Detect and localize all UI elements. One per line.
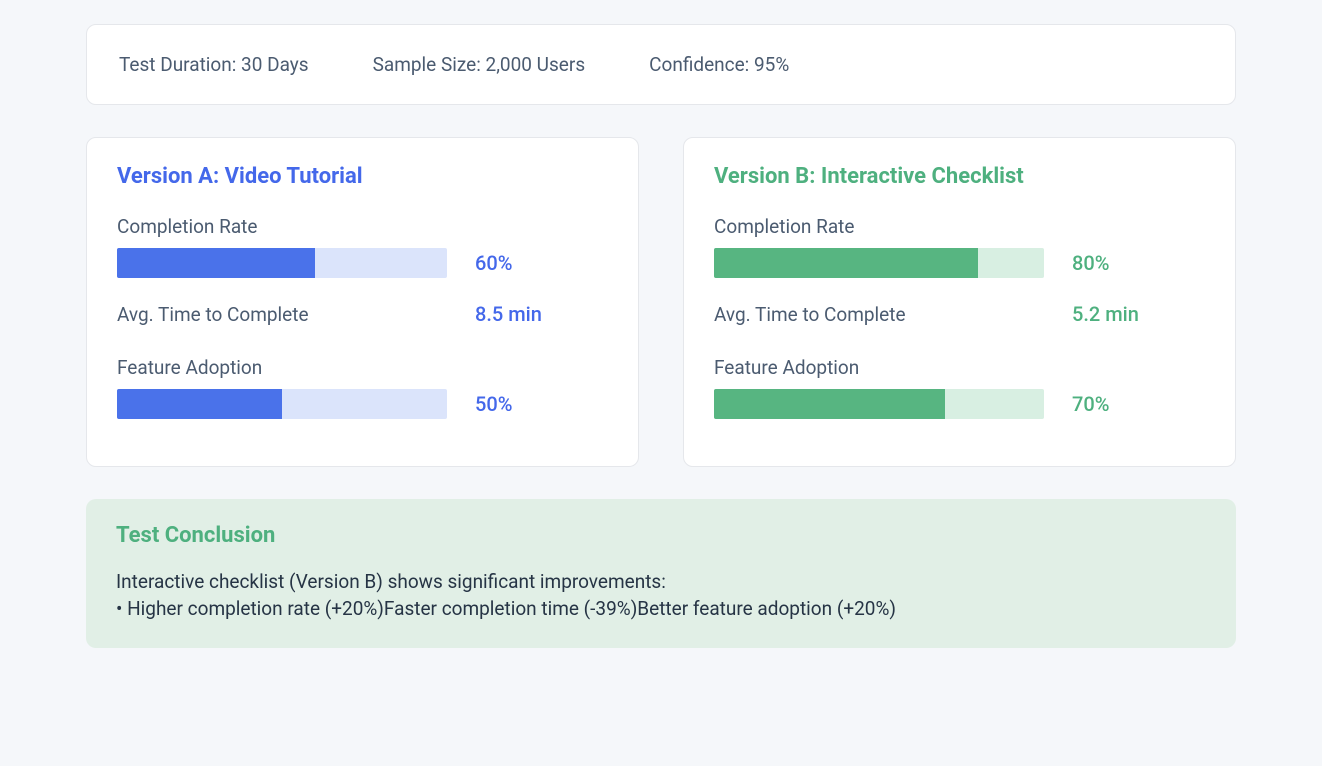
metric-completion-a: Completion Rate 60% — [117, 215, 608, 278]
panel-version-a: Version A: Video Tutorial Completion Rat… — [86, 137, 639, 467]
metric-label: Feature Adoption — [714, 356, 1205, 379]
panel-title-b: Version B: Interactive Checklist — [714, 164, 1205, 189]
conclusion-title: Test Conclusion — [116, 523, 1206, 548]
metric-value: 60% — [475, 251, 512, 275]
panel-version-b: Version B: Interactive Checklist Complet… — [683, 137, 1236, 467]
progress-fill — [117, 248, 315, 278]
metric-value: 50% — [475, 392, 512, 416]
version-panels: Version A: Video Tutorial Completion Rat… — [86, 137, 1236, 467]
metric-label: Avg. Time to Complete — [117, 303, 447, 326]
panel-title-a: Version A: Video Tutorial — [117, 164, 608, 189]
metric-label: Completion Rate — [117, 215, 608, 238]
progress-track — [117, 248, 447, 278]
metric-value: 70% — [1072, 392, 1109, 416]
metric-label: Avg. Time to Complete — [714, 303, 1044, 326]
conclusion-bullets: • Higher completion rate (+20%)Faster co… — [116, 597, 1206, 620]
progress-fill — [117, 389, 282, 419]
conclusion-lead: Interactive checklist (Version B) shows … — [116, 566, 1206, 597]
metric-value: 80% — [1072, 251, 1109, 275]
metric-adoption-a: Feature Adoption 50% — [117, 356, 608, 419]
metric-completion-b: Completion Rate 80% — [714, 215, 1205, 278]
metric-label: Completion Rate — [714, 215, 1205, 238]
progress-fill — [714, 248, 978, 278]
metric-adoption-b: Feature Adoption 70% — [714, 356, 1205, 419]
metric-time-b: Avg. Time to Complete 5.2 min — [714, 302, 1205, 326]
sample-size: Sample Size: 2,000 Users — [373, 53, 586, 76]
progress-track — [117, 389, 447, 419]
metric-time-a: Avg. Time to Complete 8.5 min — [117, 302, 608, 326]
metric-label: Feature Adoption — [117, 356, 608, 379]
metric-value: 8.5 min — [475, 302, 542, 326]
progress-track — [714, 389, 1044, 419]
metric-value: 5.2 min — [1072, 302, 1139, 326]
progress-track — [714, 248, 1044, 278]
conclusion-card: Test Conclusion Interactive checklist (V… — [86, 499, 1236, 648]
confidence-level: Confidence: 95% — [649, 53, 789, 76]
test-duration: Test Duration: 30 Days — [119, 53, 309, 76]
summary-card: Test Duration: 30 Days Sample Size: 2,00… — [86, 24, 1236, 105]
progress-fill — [714, 389, 945, 419]
